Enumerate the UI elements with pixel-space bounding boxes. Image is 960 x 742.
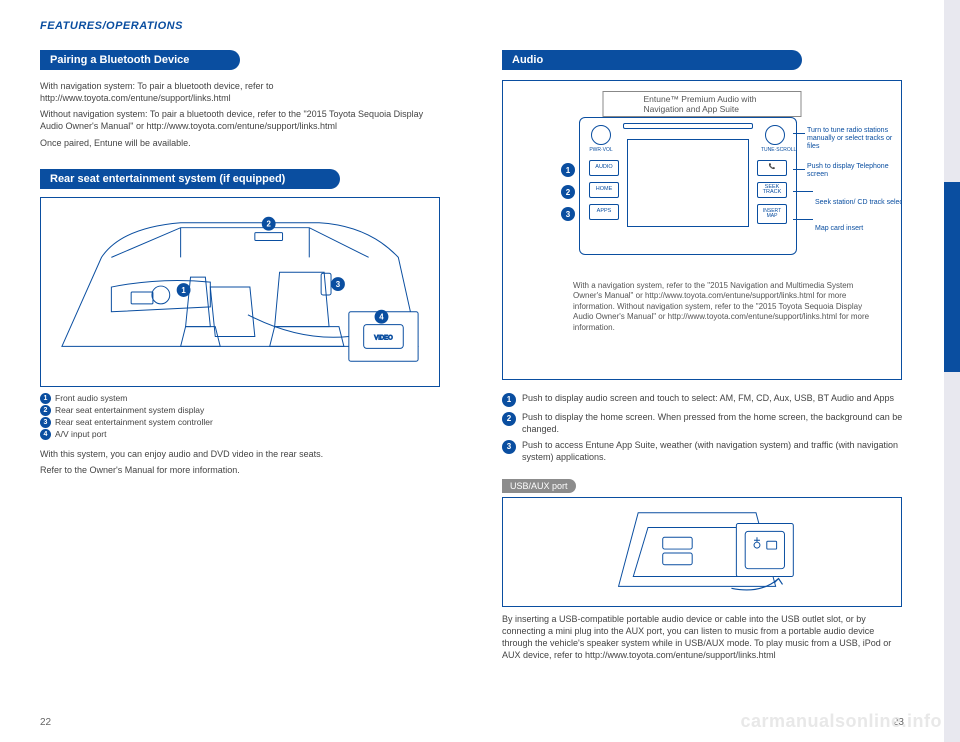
badge-4: 4 <box>40 429 51 440</box>
badge-2: 2 <box>40 405 51 416</box>
audio-badge-2: 2 <box>561 185 575 199</box>
audio-legend-badge-3: 3 <box>502 440 516 454</box>
seek-button: SEEK TRACK <box>757 182 787 198</box>
svg-text:3: 3 <box>336 280 341 289</box>
volume-knob-icon <box>591 125 611 145</box>
tune-label: TUNE·SCROLL <box>761 147 789 153</box>
phone-button: 📞 <box>757 160 787 176</box>
tab-3 <box>944 372 960 742</box>
rear-legend: 1 Front audio system 2 Rear seat entertain… <box>40 393 442 440</box>
side-tabs <box>944 0 960 742</box>
vol-label: PWR·VOL <box>587 147 615 153</box>
audio-legend-badge-2: 2 <box>502 412 516 426</box>
rear-seat-banner: Rear seat entertainment system (if equip… <box>40 169 340 189</box>
rear-legend-4: A/V input port <box>55 429 107 439</box>
callout-map: Map card insert <box>815 225 902 233</box>
audio-legend-2: Push to display the home screen. When pr… <box>522 412 904 435</box>
badge-3: 3 <box>40 417 51 428</box>
rear-legend-3: Rear seat entertainment system controlle… <box>55 417 213 427</box>
audio-caption: Entune™ Premium Audio with Navigation an… <box>603 91 802 117</box>
page-header: FEATURES/OPERATIONS <box>40 20 442 32</box>
svg-text:1: 1 <box>181 286 186 295</box>
rear-seat-illustration: VIDEO 1 2 3 4 <box>40 197 440 387</box>
audio-legend-3: Push to access Entune App Suite, weather… <box>522 440 904 463</box>
audio-bottom-text: With a navigation system, refer to the "… <box>573 281 871 333</box>
callout-seek: Seek station/ CD track select <box>815 199 902 207</box>
touchscreen-icon <box>627 139 749 227</box>
badge-1: 1 <box>40 393 51 404</box>
rear-legend-2: Rear seat entertainment system display <box>55 405 204 415</box>
cd-slot-icon <box>623 123 753 129</box>
svg-text:2: 2 <box>266 219 271 228</box>
rear-legend-1: Front audio system <box>55 393 127 403</box>
left-page: FEATURES/OPERATIONS Pairing a Bluetooth … <box>0 0 472 742</box>
audio-illustration: Entune™ Premium Audio with Navigation an… <box>502 80 902 380</box>
usb-banner: USB/AUX port <box>502 479 576 493</box>
audio-banner: Audio <box>502 50 802 70</box>
callout-phone: Push to display Telephone screen <box>807 163 897 179</box>
tab-active <box>944 182 960 372</box>
usb-p1: By inserting a USB-compatible portable a… <box>502 613 904 662</box>
usb-illustration <box>502 497 902 607</box>
tune-knob-icon <box>765 125 785 145</box>
head-unit: PWR·VOL TUNE·SCROLL AUDIO HOME APPS 📞 SE… <box>579 117 797 255</box>
bluetooth-banner: Pairing a Bluetooth Device <box>40 50 240 70</box>
svg-text:VIDEO: VIDEO <box>374 335 393 341</box>
tab-1 <box>944 0 960 90</box>
svg-text:4: 4 <box>379 312 384 321</box>
home-button: HOME <box>589 182 619 198</box>
audio-badge-3: 3 <box>561 207 575 221</box>
apps-button: APPS <box>589 204 619 220</box>
rear-p1: With this system, you can enjoy audio an… <box>40 448 442 460</box>
map-button: INSERT MAP <box>757 204 787 224</box>
watermark: carmanualsonline.info <box>740 711 942 732</box>
audio-legend-1: Push to display audio screen and touch t… <box>522 393 894 405</box>
right-page: Audio Entune™ Premium Audio with Navigat… <box>472 0 944 742</box>
audio-button: AUDIO <box>589 160 619 176</box>
bluetooth-p3: Once paired, Entune will be available. <box>40 137 442 149</box>
tab-2 <box>944 90 960 182</box>
bluetooth-p1: With navigation system: To pair a blueto… <box>40 80 442 104</box>
rear-p2: Refer to the Owner's Manual for more inf… <box>40 464 442 476</box>
audio-legend-badge-1: 1 <box>502 393 516 407</box>
callout-tune: Turn to tune radio stations manually or … <box>807 127 897 151</box>
audio-badge-1: 1 <box>561 163 575 177</box>
page-number-left: 22 <box>40 717 51 728</box>
bluetooth-p2: Without navigation system: To pair a blu… <box>40 108 442 132</box>
